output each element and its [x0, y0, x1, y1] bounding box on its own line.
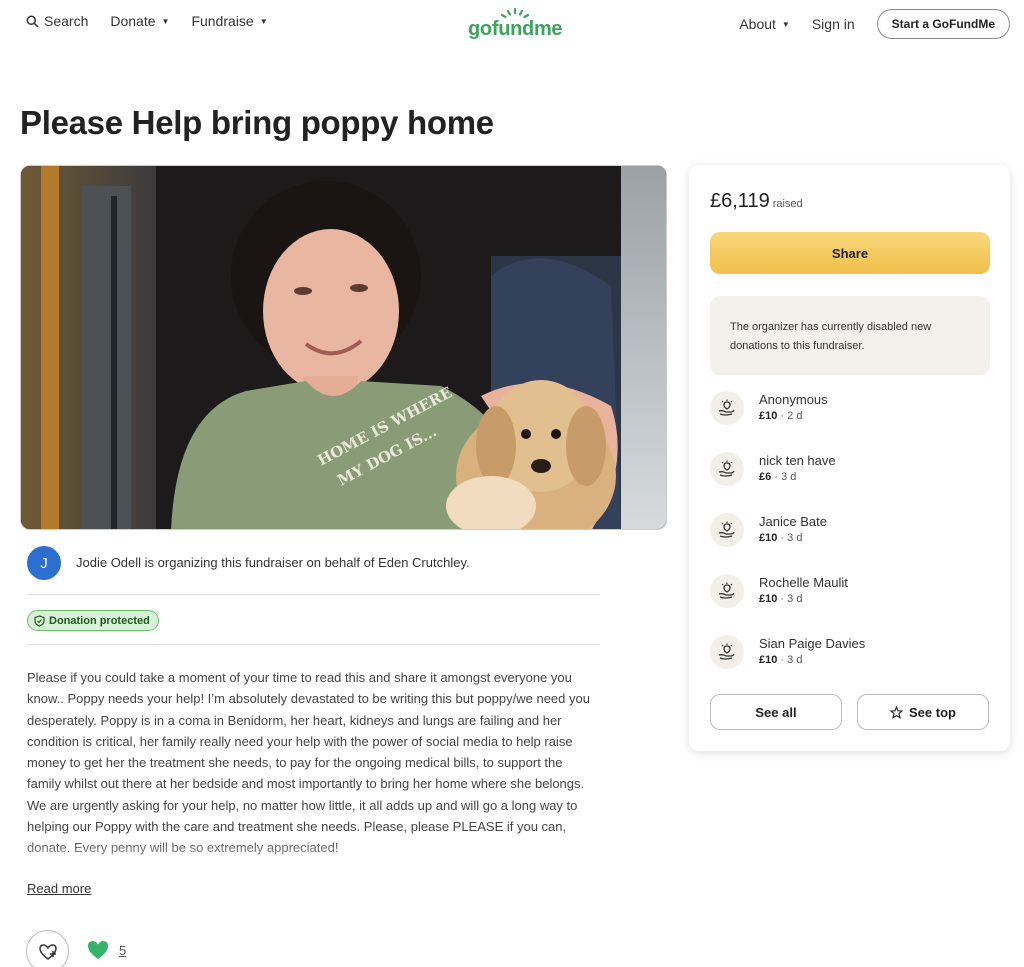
- donor-name: Sian Paige Davies: [759, 636, 866, 651]
- chevron-down-icon: ▼: [161, 16, 170, 26]
- donor-meta: £10 · 3 d: [759, 654, 803, 666]
- donor-item: Sian Paige Davies £10 · 3 d: [710, 633, 990, 694]
- donation-protected-badge[interactable]: Donation protected: [27, 610, 159, 631]
- donor-name: Anonymous: [759, 392, 828, 407]
- organizer-text: Jodie Odell is organizing this fundraise…: [76, 555, 470, 570]
- green-heart-icon: [88, 941, 108, 959]
- donation-hand-icon: [710, 391, 744, 425]
- donor-meta: £6 · 3 d: [759, 471, 797, 483]
- read-more-link[interactable]: Read more: [27, 881, 91, 896]
- donor-meta: £10 · 2 d: [759, 410, 803, 422]
- shield-icon: [34, 614, 45, 627]
- donor-meta: £10 · 3 d: [759, 532, 803, 544]
- header: Search Donate ▼ Fundraise ▼ gofundme Abo…: [0, 0, 1024, 46]
- signin-link[interactable]: Sign in: [812, 16, 855, 32]
- amount-value: £6,119: [710, 190, 770, 212]
- fundraiser-photo[interactable]: HOME IS WHERE MY DOG IS...: [20, 165, 667, 530]
- chevron-down-icon: ▼: [781, 19, 790, 29]
- donations-disabled-notice: The organizer has currently disabled new…: [710, 296, 990, 375]
- fundraise-label: Fundraise: [191, 13, 254, 29]
- fundraise-menu[interactable]: Fundraise ▼: [191, 13, 267, 29]
- donate-menu[interactable]: Donate ▼: [110, 13, 169, 29]
- donor-item: Rochelle Maulit £10 · 3 d: [710, 572, 990, 633]
- donor-item: Anonymous £10 · 2 d: [710, 389, 990, 450]
- donation-hand-icon: [710, 574, 744, 608]
- chevron-down-icon: ▼: [259, 16, 268, 26]
- badge-label: Donation protected: [49, 614, 150, 627]
- search-label: Search: [44, 13, 89, 29]
- see-top-label: See top: [909, 704, 956, 720]
- donate-label: Donate: [110, 13, 156, 29]
- donor-item: Janice Bate £10 · 3 d: [710, 511, 990, 572]
- donor-name: nick ten have: [759, 453, 836, 468]
- donation-hand-icon: [710, 635, 744, 669]
- divider: [27, 644, 600, 645]
- about-label: About: [739, 16, 776, 32]
- start-gofundme-button[interactable]: Start a GoFundMe: [876, 9, 1010, 39]
- organizer-row: J Jodie Odell is organizing this fundrai…: [27, 546, 600, 596]
- hearts-count-value: 5: [119, 942, 127, 958]
- add-heart-button[interactable]: [26, 930, 69, 967]
- star-icon: [890, 705, 904, 719]
- divider: [27, 594, 600, 595]
- hearts-count[interactable]: 5: [87, 940, 126, 960]
- donor-name: Rochelle Maulit: [759, 575, 848, 590]
- see-top-button[interactable]: See top: [857, 694, 989, 730]
- search-icon: [26, 15, 39, 28]
- photo-illustration: HOME IS WHERE MY DOG IS...: [21, 166, 666, 529]
- header-right-nav: About ▼ Sign in Start a GoFundMe: [739, 9, 1010, 39]
- donor-item: nick ten have £6 · 3 d: [710, 450, 990, 511]
- donation-hand-icon: [710, 513, 744, 547]
- story-fade: [27, 840, 600, 878]
- gofundme-logo[interactable]: gofundme: [468, 7, 564, 41]
- header-left-nav: Search Donate ▼ Fundraise ▼: [26, 13, 290, 29]
- search-link[interactable]: Search: [26, 13, 88, 29]
- amount-raised: £6,119 raised: [710, 190, 803, 213]
- share-button[interactable]: Share: [710, 232, 990, 274]
- donation-hand-icon: [710, 452, 744, 486]
- donor-meta: £10 · 3 d: [759, 593, 803, 605]
- amount-label: raised: [772, 198, 803, 210]
- heart-plus-icon: [38, 943, 57, 960]
- avatar[interactable]: J: [27, 546, 61, 580]
- donation-sidebar: £6,119 raised Share The organizer has cur…: [689, 165, 1010, 751]
- logo-text: gofundme: [468, 18, 563, 40]
- donor-name: Janice Bate: [759, 514, 827, 529]
- page-title: Please Help bring poppy home: [20, 104, 494, 141]
- about-menu[interactable]: About ▼: [739, 16, 790, 32]
- donor-list: Anonymous £10 · 2 d nick ten have £6 · 3 d…: [710, 389, 990, 694]
- see-all-button[interactable]: See all: [710, 694, 842, 730]
